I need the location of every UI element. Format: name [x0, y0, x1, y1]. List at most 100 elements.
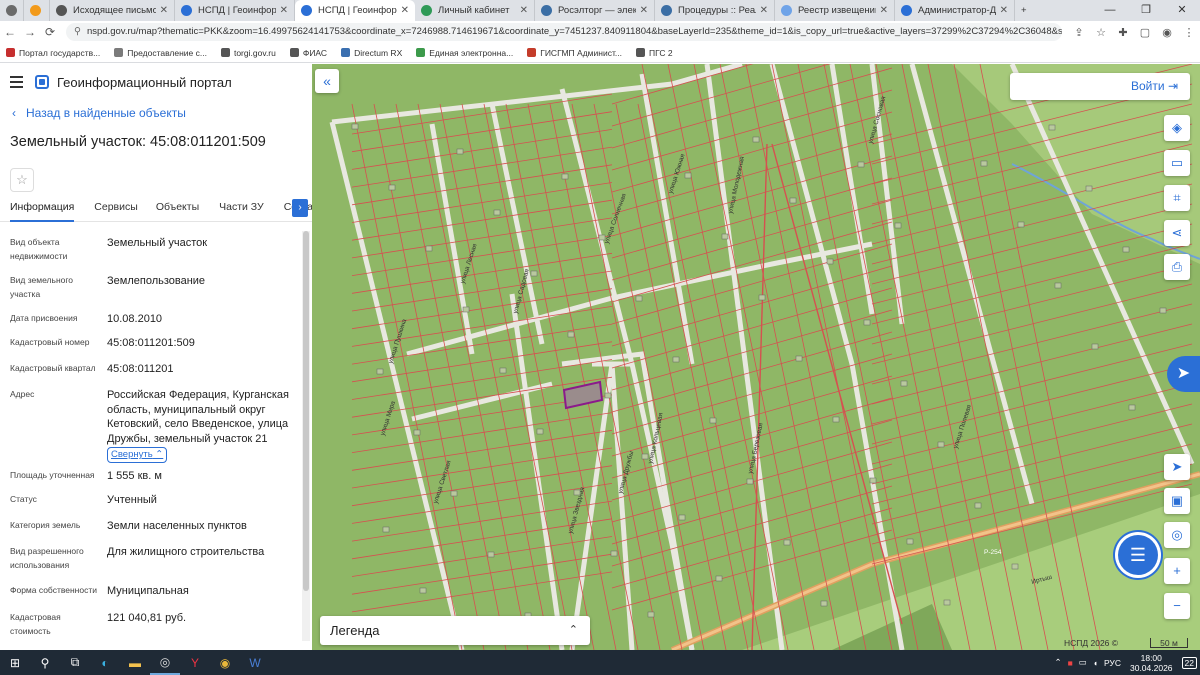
collapse-panel-button[interactable]: « — [315, 69, 339, 93]
bookmark-item[interactable]: Предоставление с... — [114, 48, 207, 58]
restore-icon[interactable]: ❐ — [1128, 0, 1164, 21]
menu-icon[interactable]: ⋮ — [1178, 26, 1200, 39]
globe-icon — [6, 5, 17, 16]
close-tab-icon[interactable]: ✕ — [640, 5, 648, 16]
legend-dropdown[interactable]: Легенда ⌃ — [320, 616, 590, 645]
tab-parcel-parts[interactable]: Части ЗУ — [219, 198, 264, 222]
print-icon[interactable]: ⎙ — [1164, 254, 1190, 280]
bookmark-item[interactable]: torgi.gov.ru — [220, 47, 276, 58]
reload-icon[interactable]: ⟳ — [40, 25, 60, 39]
close-window-icon[interactable]: ✕ — [1164, 0, 1200, 21]
bookmark-item[interactable]: ФИАС — [289, 48, 327, 58]
tab-information[interactable]: Информация — [10, 198, 75, 222]
close-tab-icon[interactable]: ✕ — [520, 5, 528, 16]
close-tab-icon[interactable]: ✕ — [760, 5, 768, 16]
building-marker — [752, 136, 760, 143]
edge-icon[interactable]: ◐ — [90, 650, 120, 675]
building-marker — [937, 441, 945, 448]
tabs-scroll-right-icon[interactable]: › — [292, 199, 308, 217]
minimap-icon[interactable]: ▣ — [1164, 488, 1190, 514]
layers-icon[interactable]: ◈ — [1164, 115, 1190, 141]
bookmark-item[interactable]: Directum RX — [341, 48, 402, 58]
yandex-icon[interactable]: Y — [180, 650, 210, 675]
search-icon[interactable]: ⚲ — [30, 650, 60, 675]
star-bookmark-icon[interactable]: ☆ — [1090, 26, 1112, 39]
zoom-in-button[interactable]: + — [1164, 558, 1190, 584]
browser-tab[interactable]: НСПД | Геоинформацио ✕ — [295, 0, 415, 21]
file-explorer-icon[interactable]: ▬ — [120, 650, 150, 675]
sidebar-icon[interactable]: ▢ — [1134, 26, 1156, 39]
locate-icon[interactable]: ➤ — [1164, 454, 1190, 480]
back-icon[interactable]: ← — [0, 25, 20, 39]
browser-tab[interactable]: НСПД | Геоинформацио ✕ — [175, 0, 295, 21]
browser-tab[interactable] — [24, 0, 50, 21]
building-marker — [499, 367, 507, 374]
map-canvas[interactable]: улица Пушкинаулица Мираулица Леснаяулица… — [312, 64, 1200, 650]
browser-tab[interactable]: Реестр извещений ✕ — [775, 0, 895, 21]
zoom-out-button[interactable]: − — [1164, 593, 1190, 619]
bookmark-label: torgi.gov.ru — [233, 47, 276, 58]
building-marker — [388, 184, 396, 191]
hamburger-menu-icon[interactable] — [10, 76, 23, 88]
bookmark-item[interactable]: ГИСГМП Админист... — [527, 48, 622, 58]
geolocation-icon[interactable]: ◎ — [1164, 522, 1190, 548]
profile-icon[interactable]: ◉ — [1156, 26, 1178, 39]
windows-start-icon[interactable]: ⊞ — [0, 650, 30, 675]
extensions-icon[interactable]: ✚ — [1112, 26, 1134, 39]
parcel-line — [351, 252, 613, 294]
login-button[interactable]: Войти ⇥ — [1010, 73, 1190, 100]
close-tab-icon[interactable]: ✕ — [280, 5, 288, 16]
browser-tab[interactable]: Процедуры :: Реализаци ✕ — [655, 0, 775, 21]
back-to-results-link[interactable]: ‹ Назад в найденные объекты — [0, 100, 312, 126]
collapse-address-button[interactable]: Свернуть ⌃ — [107, 447, 168, 463]
browser-app-icon[interactable]: ◎ — [150, 650, 180, 675]
browser-tab[interactable]: Личный кабинет ✕ — [415, 0, 535, 21]
street-label: улица Полевая — [952, 403, 973, 449]
cadastral-map[interactable]: улица Пушкина улица Мира улица Лесная улица… — [312, 64, 1200, 650]
new-tab-icon[interactable]: + — [1015, 0, 1033, 21]
minimize-icon[interactable]: — — [1092, 0, 1128, 21]
site-info-icon[interactable]: ⚲ — [74, 26, 81, 37]
bookmark-item[interactable]: Единая электронна... — [416, 48, 513, 58]
url-input[interactable]: ⚲ nspd.gov.ru/map?thematic=PKK&zoom=16.49… — [66, 23, 1062, 41]
ruler-icon[interactable]: ▭ — [1164, 150, 1190, 176]
task-view-icon[interactable]: ⧉ — [60, 650, 90, 675]
tab-objects[interactable]: Объекты — [156, 198, 199, 222]
forward-icon[interactable]: → — [20, 25, 40, 39]
word-icon[interactable]: W — [240, 650, 270, 675]
building-marker — [1048, 124, 1056, 131]
browser-tab[interactable]: Администратор-Д 25.1 ✕ — [895, 0, 1015, 21]
browser-tab[interactable]: Росэлторг — электронн ✕ — [535, 0, 655, 21]
chat-assistant-button[interactable]: ☰ — [1118, 535, 1158, 575]
close-tab-icon[interactable]: ✕ — [1000, 5, 1008, 16]
tray-app-icon[interactable]: ■ — [1068, 658, 1073, 668]
language-indicator[interactable]: РУС — [1104, 658, 1121, 668]
bookmark-item[interactable]: ПГС 2 — [635, 48, 673, 58]
close-tab-icon[interactable]: ✕ — [880, 5, 888, 16]
volume-icon[interactable]: ◖ — [1093, 658, 1098, 668]
close-tab-icon[interactable]: ✕ — [401, 5, 409, 16]
network-icon[interactable]: ▭ — [1079, 657, 1087, 668]
parcel-line — [901, 64, 1023, 650]
side-widget-icon[interactable]: ➤ — [1167, 356, 1200, 392]
share-map-icon[interactable]: ⋖ — [1164, 220, 1190, 246]
notifications-icon[interactable]: 22 — [1181, 656, 1197, 669]
share-icon[interactable]: ⇪ — [1068, 26, 1090, 39]
browser-tab[interactable] — [0, 0, 24, 21]
bookmark-icon — [30, 5, 41, 16]
select-area-icon[interactable]: ⌗ — [1164, 185, 1190, 211]
building-marker — [795, 355, 803, 362]
panel-scrollbar[interactable] — [302, 231, 310, 641]
building-marker — [974, 502, 982, 509]
tray-expand-icon[interactable]: ⌃ — [1055, 657, 1062, 668]
clock[interactable]: 18:00 30.04.2026 — [1130, 653, 1173, 673]
tab-services[interactable]: Сервисы — [94, 198, 138, 222]
chrome-icon[interactable]: ◉ — [210, 650, 240, 675]
attribute-key: Дата присвоения — [10, 313, 78, 323]
browser-tab[interactable]: Исходящее письмо для ✕ — [50, 0, 175, 21]
bookmark-item[interactable]: Портал государств... — [6, 48, 100, 58]
selected-parcel — [562, 380, 604, 410]
building-marker — [906, 538, 914, 545]
favorite-star-icon[interactable]: ☆ — [10, 168, 34, 192]
close-tab-icon[interactable]: ✕ — [160, 5, 168, 16]
